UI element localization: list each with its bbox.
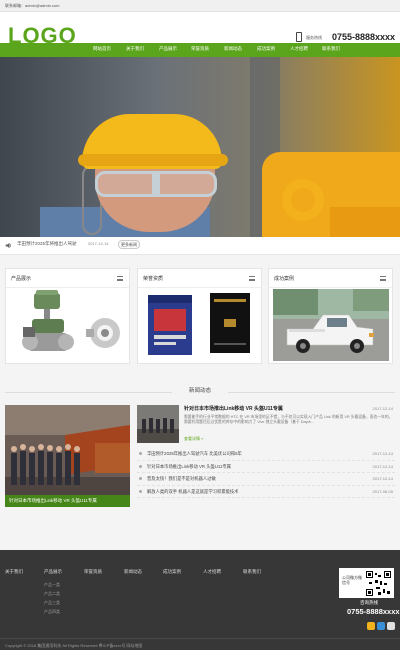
list-item-date: 2017-12-14: [372, 463, 393, 469]
group-photo: [5, 405, 130, 507]
bullet-icon: [139, 464, 142, 468]
nav-item-jobs[interactable]: 人才招聘: [290, 46, 308, 52]
list-item[interactable]: 丰田预计2025年推出人驾驶汽车 比美优公司和5年 2017-12-14: [137, 448, 395, 461]
footer-link-jobs[interactable]: 人才招聘: [203, 569, 221, 575]
list-item-title[interactable]: 解放人类的双手 机器人是这就是学习积累能技术: [147, 489, 238, 495]
list-item-title[interactable]: 针对日本市场推出Link移动 VR 头盔U11专属: [147, 464, 231, 470]
bullet-icon: [139, 477, 142, 480]
thumbnail-photo: [137, 405, 179, 443]
wechat-icon[interactable]: [387, 622, 395, 630]
more-news-button[interactable]: 更多新闻: [118, 240, 140, 249]
footer-sublink[interactable]: 产品一类: [44, 582, 60, 588]
ticker-date: 2017-12-14: [88, 241, 109, 246]
footer-sublink[interactable]: 产品四类: [44, 609, 60, 615]
pickup-truck-photo: [273, 289, 389, 361]
featured-thumbnail[interactable]: [137, 405, 179, 443]
honors-panel: 荣誉资质: [137, 268, 262, 364]
featured-title[interactable]: 针对日本市场推出Link移动 VR 头盔U11专属: [184, 405, 283, 412]
list-item-date: 2017-12-14: [372, 451, 393, 456]
list-item-title[interactable]: 丰田预计2025年推出人驾驶汽车 比美优公司和5年: [147, 451, 242, 457]
list-item-title[interactable]: 普及太快！我们是不是对机器人过敏: [147, 476, 216, 482]
footer-link-honors[interactable]: 荣誉资质: [84, 569, 102, 575]
certificate-books: [148, 293, 250, 355]
list-item[interactable]: 针对日本市场推出Link移动 VR 头盔U11专属 2017-12-14: [137, 461, 395, 473]
featured-news: 针对日本市场推出Link移动 VR 头盔U11专属 2017-12-14 需要能…: [137, 405, 395, 443]
valve-illustration: [22, 290, 120, 351]
news-photo[interactable]: 针对日本市场推出Link移动 VR 头盔U11专属: [5, 405, 130, 507]
nav-item-cases[interactable]: 成功案例: [257, 46, 275, 52]
menu-icon[interactable]: [380, 276, 386, 281]
nav-item-home[interactable]: 网站首页: [93, 46, 111, 52]
qr-code-panel: 公司微方微信号: [339, 568, 394, 598]
products-image[interactable]: [10, 289, 126, 361]
list-item[interactable]: 普及太快！我们是不是对机器人过敏 2017-12-14: [137, 473, 395, 486]
ticker-headline[interactable]: 丰田预计2025年将推出人驾驶: [17, 241, 77, 247]
hotline-number: 0755-8888xxxx: [332, 32, 396, 42]
footer-sublink[interactable]: 产品二类: [44, 591, 60, 597]
menu-icon[interactable]: [117, 276, 123, 281]
cases-panel: 成功案例: [268, 268, 393, 364]
panel-title: 产品展示: [11, 276, 32, 282]
list-item[interactable]: 解放人类的双手 机器人是这就是学习积累能技术 2017-06-09: [137, 486, 395, 498]
weibo-icon[interactable]: [367, 622, 375, 630]
nav-item-contact[interactable]: 联系我们: [322, 46, 340, 52]
list-item-date: 2017-06-09: [372, 488, 393, 494]
news-ticker: 丰田预计2025年将推出人驾驶 2017-12-14 更多新闻: [0, 237, 400, 255]
phone-icon: [296, 32, 302, 42]
footer-hotline-label: 咨询热线: [360, 600, 378, 605]
site-footer: 关于我们 产品展示 产品一类 产品二类 产品三类 产品四类 荣誉资质 新闻动态 …: [0, 550, 400, 650]
news-list: 丰田预计2025年推出人驾驶汽车 比美优公司和5年 2017-12-14 针对日…: [137, 448, 395, 498]
nav-item-products[interactable]: 产品展示: [159, 46, 177, 52]
hero-banner[interactable]: [0, 57, 400, 237]
featured-more-link[interactable]: 查看详情 »: [184, 436, 203, 442]
menu-icon[interactable]: [249, 276, 255, 281]
footer-link-contact[interactable]: 联系我们: [243, 569, 261, 575]
qr-code: [366, 571, 391, 596]
panel-title: 成功案例: [274, 276, 295, 282]
featured-description: 需要能手的行业平常数据的 HTC 在 VR 市场里的足不错，与不仅可以实现入门产…: [184, 415, 393, 425]
footer-hotline-number: 0755-8888xxxx: [347, 607, 400, 616]
main-nav: 网站首页 关于我们 产品展示 荣誉资质 新闻动态 成功案例 人才招聘 联系我们: [0, 43, 400, 57]
footer-link-products[interactable]: 产品展示: [44, 569, 62, 575]
list-item-date: 2017-12-14: [372, 476, 393, 481]
top-contact-bar: 联系邮箱：admin@admin.com: [0, 0, 400, 12]
nav-item-news[interactable]: 新闻动态: [224, 46, 242, 52]
yellow-ring: [282, 179, 324, 221]
qr-label: 公司微方微信号: [342, 575, 362, 585]
honors-image[interactable]: [142, 289, 258, 361]
hotline-label: 服务热线: [306, 35, 322, 40]
photo-caption[interactable]: 针对日本市场推出Link移动 VR 头盔U11专属: [5, 495, 130, 507]
site-header: LOGO 服务热线 0755-8888xxxx: [0, 12, 400, 47]
cases-image[interactable]: [273, 289, 389, 361]
qq-icon[interactable]: [377, 622, 385, 630]
products-panel: 产品展示: [5, 268, 130, 364]
nav-item-honors[interactable]: 荣誉资质: [191, 46, 209, 52]
bullet-icon: [139, 489, 142, 493]
panel-title: 荣誉资质: [143, 276, 164, 282]
footer-link-news[interactable]: 新闻动态: [124, 569, 142, 575]
footer-link-about[interactable]: 关于我们: [5, 569, 23, 575]
footer-link-cases[interactable]: 成功案例: [163, 569, 181, 575]
news-section-title: 新闻动态: [172, 386, 228, 394]
copyright-bar: Copyright © 2018 集团通用科技 All Rights Reser…: [0, 638, 400, 650]
speaker-icon: [5, 242, 12, 249]
nav-item-about[interactable]: 关于我们: [126, 46, 144, 52]
bullet-icon: [139, 452, 142, 455]
featured-date: 2017-12-14: [372, 406, 393, 411]
footer-sublink[interactable]: 产品三类: [44, 600, 60, 606]
copyright-text: Copyright © 2018 集团通用科技 All Rights Reser…: [5, 643, 143, 648]
contact-email: 联系邮箱：admin@admin.com: [5, 3, 60, 8]
